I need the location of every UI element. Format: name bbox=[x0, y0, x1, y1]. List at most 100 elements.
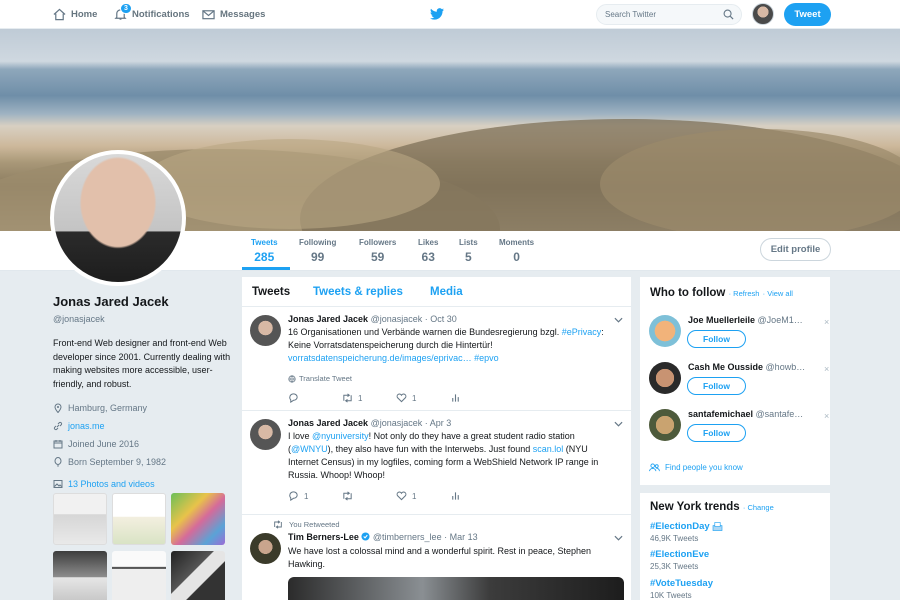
translate-tweet-label[interactable]: Translate Tweet bbox=[299, 374, 352, 383]
compose-tweet-button[interactable]: Tweet bbox=[784, 3, 831, 26]
tab-media[interactable]: Media bbox=[430, 286, 463, 298]
translate-tweet-link[interactable]: Translate Tweet bbox=[288, 374, 352, 383]
mention-link[interactable]: @nyuniversity bbox=[312, 431, 369, 441]
stat-followers[interactable]: Followers 59 bbox=[359, 238, 396, 264]
reply-action[interactable] bbox=[288, 393, 342, 403]
trend-name[interactable]: #ElectionDay bbox=[650, 521, 710, 532]
tweet-author-handle[interactable]: @timberners_lee bbox=[373, 532, 442, 542]
photo-thumbnail[interactable] bbox=[53, 493, 107, 545]
url-link[interactable]: scan.lol bbox=[533, 444, 564, 454]
suggested-user[interactable]: Joe Muellerleile @JoeM1… Follow × bbox=[649, 313, 829, 360]
profile-avatar[interactable] bbox=[50, 150, 186, 286]
tab-tweets[interactable]: Tweets bbox=[252, 286, 290, 298]
twitter-bird-icon[interactable] bbox=[430, 8, 444, 20]
tweet-author-handle[interactable]: @jonasjacek bbox=[371, 314, 423, 324]
nav-messages[interactable]: Messages bbox=[202, 0, 265, 29]
tweet-date[interactable]: · Apr 3 bbox=[425, 418, 452, 428]
suggested-user[interactable]: santafemichael @santafe… Follow × bbox=[649, 407, 829, 454]
view-all-link[interactable]: · View all bbox=[763, 289, 793, 298]
edit-profile-button[interactable]: Edit profile bbox=[760, 238, 831, 261]
suggested-user-name[interactable]: Joe Muellerleile @JoeM1… bbox=[688, 315, 816, 325]
tweet-avatar[interactable] bbox=[250, 419, 281, 450]
hashtag-link[interactable]: #ePrivacy bbox=[562, 327, 602, 337]
retweeted-indicator: You Retweeted bbox=[273, 520, 340, 529]
photos-videos-label[interactable]: 13 Photos and videos bbox=[68, 479, 155, 489]
chevron-down-icon[interactable] bbox=[614, 317, 623, 323]
like-action[interactable]: 1 bbox=[396, 491, 450, 501]
follow-button[interactable]: Follow bbox=[687, 377, 746, 395]
change-trends-link[interactable]: · Change bbox=[743, 503, 774, 512]
reply-action[interactable]: 1 bbox=[288, 491, 342, 501]
like-action[interactable]: 1 bbox=[396, 393, 450, 403]
trend-name[interactable]: #VoteTuesday bbox=[650, 578, 713, 589]
tweet-avatar[interactable] bbox=[250, 533, 281, 564]
suggested-user-avatar[interactable] bbox=[649, 409, 681, 441]
photo-thumbnail[interactable] bbox=[53, 551, 107, 600]
suggested-user[interactable]: Cash Me Ousside @howb… Follow × bbox=[649, 360, 829, 407]
profile-website[interactable]: jonas.me bbox=[53, 421, 233, 431]
suggested-user-name[interactable]: santafemichael @santafe… bbox=[688, 409, 816, 419]
suggested-user-handle[interactable]: @howb… bbox=[766, 362, 806, 372]
trend-item[interactable]: #ElectionEve 25,3K Tweets bbox=[650, 549, 709, 571]
follow-button[interactable]: Follow bbox=[687, 330, 746, 348]
stat-following[interactable]: Following 99 bbox=[299, 238, 336, 264]
profile-website-text[interactable]: jonas.me bbox=[68, 421, 105, 431]
stat-moments[interactable]: Moments 0 bbox=[499, 238, 534, 264]
stat-likes[interactable]: Likes 63 bbox=[418, 238, 438, 264]
dismiss-icon[interactable]: × bbox=[824, 364, 829, 374]
profile-handle[interactable]: @jonasjacek bbox=[53, 314, 233, 324]
refresh-link[interactable]: · Refresh bbox=[729, 289, 760, 298]
trend-item[interactable]: #VoteTuesday 10K Tweets bbox=[650, 578, 713, 600]
tweet[interactable]: Jonas Jared Jacek @jonasjacek · Apr 3 I … bbox=[242, 411, 631, 515]
photos-videos-link[interactable]: 13 Photos and videos bbox=[53, 479, 233, 489]
retweet-action[interactable]: 1 bbox=[342, 393, 396, 403]
suggested-user-handle[interactable]: @JoeM1… bbox=[758, 315, 803, 325]
tweet[interactable]: You Retweeted Tim Berners-Lee @timberner… bbox=[242, 515, 631, 600]
trend-name-row[interactable]: #ElectionDay bbox=[650, 521, 723, 532]
stat-lists[interactable]: Lists 5 bbox=[459, 238, 478, 264]
chevron-down-icon[interactable] bbox=[614, 421, 623, 427]
account-avatar[interactable] bbox=[752, 3, 774, 25]
tweet-date[interactable]: · Oct 30 bbox=[425, 314, 457, 324]
suggested-user-avatar[interactable] bbox=[649, 315, 681, 347]
follow-button[interactable]: Follow bbox=[687, 424, 746, 442]
mention-link[interactable]: @WNYU bbox=[291, 444, 328, 454]
suggested-user-handle[interactable]: @santafe… bbox=[756, 409, 804, 419]
find-people-link[interactable]: Find people you know bbox=[649, 463, 743, 472]
stat-tweets[interactable]: Tweets 285 bbox=[251, 238, 278, 264]
dismiss-icon[interactable]: × bbox=[824, 411, 829, 421]
tweet-author-name[interactable]: Tim Berners-Lee bbox=[288, 532, 359, 542]
tweet-author-name[interactable]: Jonas Jared Jacek bbox=[288, 314, 368, 324]
tab-tweets-replies[interactable]: Tweets & replies bbox=[313, 286, 403, 298]
photo-thumbnail[interactable] bbox=[112, 551, 166, 600]
photo-thumbnail[interactable] bbox=[171, 493, 225, 545]
tweet[interactable]: Jonas Jared Jacek @jonasjacek · Oct 30 1… bbox=[242, 307, 631, 411]
nav-notifications[interactable]: 3 Notifications bbox=[114, 0, 190, 29]
tweet-media-image[interactable] bbox=[288, 577, 624, 600]
search-icon[interactable] bbox=[723, 9, 734, 20]
analytics-action[interactable] bbox=[450, 393, 504, 403]
trend-item[interactable]: #ElectionDay 46,9K Tweets bbox=[650, 521, 723, 543]
tweet-author-handle[interactable]: @jonasjacek bbox=[371, 418, 423, 428]
suggested-user-name[interactable]: Cash Me Ousside @howb… bbox=[688, 362, 816, 372]
hashtag-link[interactable]: #epvo bbox=[474, 353, 499, 363]
suggested-user-display-name[interactable]: Joe Muellerleile bbox=[688, 315, 755, 325]
nav-home[interactable]: Home bbox=[53, 0, 97, 29]
search-input[interactable]: Search Twitter bbox=[596, 4, 742, 25]
analytics-action[interactable] bbox=[450, 491, 504, 501]
url-link[interactable]: vorratsdatenspeicherung.de/images/epriva… bbox=[288, 353, 472, 363]
trend-name[interactable]: #ElectionEve bbox=[650, 549, 709, 560]
tweet-date[interactable]: · Mar 13 bbox=[444, 532, 478, 542]
find-people-label[interactable]: Find people you know bbox=[665, 463, 743, 472]
photo-thumbnail[interactable] bbox=[112, 493, 166, 545]
suggested-user-display-name[interactable]: Cash Me Ousside bbox=[688, 362, 763, 372]
chevron-down-icon[interactable] bbox=[614, 535, 623, 541]
tweet-avatar[interactable] bbox=[250, 315, 281, 346]
profile-name[interactable]: Jonas Jared Jacek bbox=[53, 294, 233, 309]
retweet-action[interactable] bbox=[342, 491, 396, 501]
photo-thumbnail[interactable] bbox=[171, 551, 225, 600]
suggested-user-avatar[interactable] bbox=[649, 362, 681, 394]
suggested-user-display-name[interactable]: santafemichael bbox=[688, 409, 753, 419]
tweet-author-name[interactable]: Jonas Jared Jacek bbox=[288, 418, 368, 428]
dismiss-icon[interactable]: × bbox=[824, 317, 829, 327]
